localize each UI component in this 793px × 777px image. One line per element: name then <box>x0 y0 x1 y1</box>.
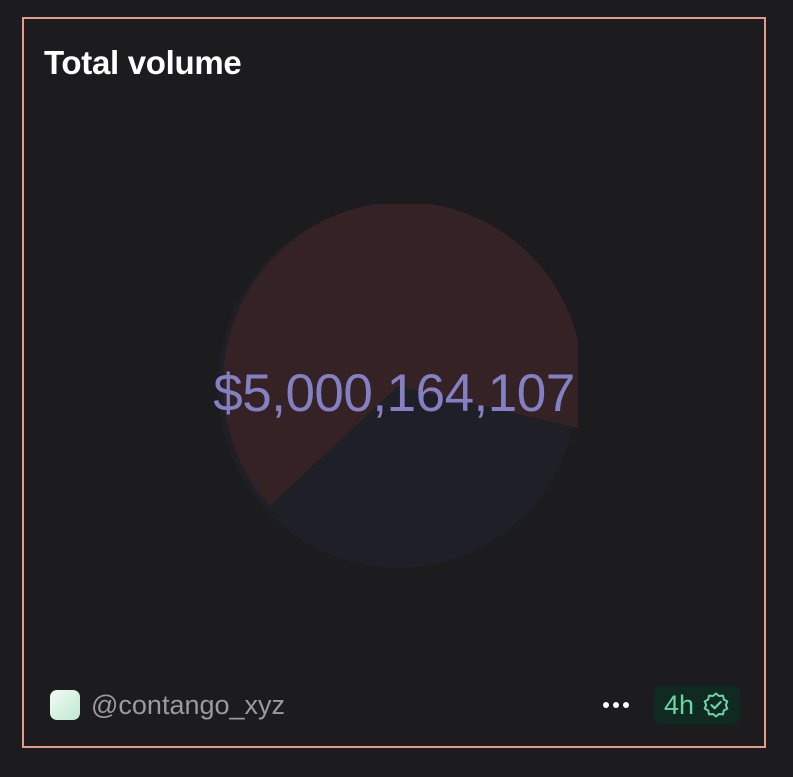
verified-badge-icon <box>703 692 729 718</box>
refresh-interval-badge[interactable]: 4h <box>653 686 740 724</box>
refresh-interval-label: 4h <box>663 689 694 720</box>
query-card: Total volume $5,000,164,107 @contango_xy… <box>22 17 766 748</box>
ellipsis-icon <box>603 702 629 708</box>
avatar <box>50 690 80 720</box>
card-title: Total volume <box>44 44 242 81</box>
author-handle: @contango_xyz <box>91 689 286 720</box>
author-link[interactable]: @contango_xyz <box>50 685 285 725</box>
total-volume-value: $5,000,164,107 <box>213 364 575 423</box>
card-footer: @contango_xyz 4h <box>50 685 740 725</box>
more-options-button[interactable] <box>600 689 632 721</box>
